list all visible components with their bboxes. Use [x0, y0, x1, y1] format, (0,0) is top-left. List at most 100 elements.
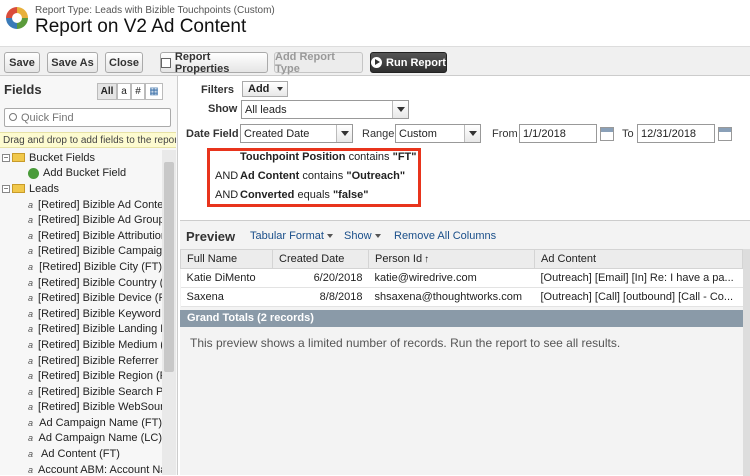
table-cell: Saxena: [180, 287, 273, 307]
to-calendar-icon[interactable]: [718, 127, 732, 141]
search-icon: [9, 113, 17, 121]
scrollbar-thumb[interactable]: [164, 162, 174, 372]
text-field-icon: a: [28, 261, 34, 272]
column-header-full-name[interactable]: Full Name: [180, 249, 273, 269]
sidebar-scrollbar[interactable]: [162, 150, 176, 475]
field-item[interactable]: a [Retired] Bizible Attribution: [: [0, 228, 162, 244]
report-logo-icon: [6, 7, 28, 29]
table-row[interactable]: Katie DiMento 6/20/2018 katie@wiredrive.co…: [180, 268, 743, 288]
filter-text-button[interactable]: a: [117, 83, 131, 100]
tree-item-label: [Retired] Bizible Referrer Pa: [38, 354, 162, 367]
table-cell: Katie DiMento: [180, 268, 273, 288]
close-button[interactable]: Close: [105, 52, 143, 73]
field-item[interactable]: a [Retired] Bizible Keyword (FT: [0, 306, 162, 322]
add-report-type-button[interactable]: Add Report Type: [274, 51, 363, 75]
field-item[interactable]: a [Retired] Bizible Search Phra: [0, 384, 162, 400]
to-date-input[interactable]: 12/31/2018: [637, 124, 715, 143]
filter-all-button[interactable]: All: [97, 83, 117, 100]
save-button[interactable]: Save: [4, 52, 40, 73]
show-select[interactable]: All leads: [241, 100, 409, 119]
preview-note: This preview shows a limited number of r…: [190, 336, 621, 350]
column-header-person-id[interactable]: Person Id ↑: [368, 249, 535, 269]
field-item[interactable]: a [Retired] Bizible Country (FT: [0, 275, 162, 291]
tree-item-label: [Retired] Bizible City (FT): [39, 260, 162, 273]
field-item[interactable]: a [Retired] Bizible Ad Content: [0, 197, 162, 213]
page-title: Report on V2 Ad Content: [35, 16, 247, 37]
to-label: To: [622, 128, 634, 140]
from-label: From: [492, 128, 518, 140]
date-field-select[interactable]: Created Date: [240, 124, 353, 143]
field-item[interactable]: a [Retired] Bizible Ad Group (F: [0, 212, 162, 228]
text-field-icon: a: [28, 230, 34, 241]
field-item[interactable]: a [Retired] Bizible Referrer Pa: [0, 353, 162, 369]
add-bucket-icon: [28, 167, 39, 179]
text-field-icon: a: [28, 402, 34, 413]
column-header-ad-content[interactable]: Ad Content: [534, 249, 743, 269]
criteria-prefix: AND: [215, 170, 239, 182]
show-value: All leads: [245, 103, 287, 116]
field-item[interactable]: a [Retired] Bizible Region (FT): [0, 368, 162, 384]
add-filter-dropdown[interactable]: Add: [242, 81, 288, 97]
quick-find-box: [4, 108, 171, 127]
collapse-icon[interactable]: −: [2, 184, 10, 193]
tree-item-label: [Retired] Bizible Landing Pag: [38, 323, 162, 336]
page-header: Report Type: Leads with Bizible Touchpoi…: [0, 0, 750, 44]
tree-item-label: Ad Campaign Name (FT): [39, 416, 162, 429]
column-header-created-date[interactable]: Created Date: [272, 249, 369, 269]
quick-find-input[interactable]: [21, 111, 166, 125]
filter-criterion[interactable]: Ad Content contains "Outreach": [240, 170, 405, 182]
range-select[interactable]: Custom: [395, 124, 481, 143]
tree-item-label: [Retired] Bizible Keyword (FT: [38, 307, 162, 320]
field-item[interactable]: a [Retired] Bizible WebSource: [0, 400, 162, 416]
field-type-filters: All a # ▦: [97, 83, 163, 100]
tree-folder[interactable]: − Bucket Fields: [0, 150, 162, 166]
filter-criterion[interactable]: Converted equals "false": [240, 189, 368, 201]
tree-folder[interactable]: − Leads: [0, 181, 162, 197]
filters-panel: Filters Add Show All leads Date Field Cr…: [180, 76, 750, 218]
show-dropdown[interactable]: Show: [344, 230, 381, 242]
criterion-value: "Outreach": [346, 170, 406, 182]
add-bucket-field-item[interactable]: Add Bucket Field: [0, 166, 162, 182]
field-item[interactable]: a [Retired] Bizible Medium (FT: [0, 337, 162, 353]
criterion-field: Ad Content: [240, 170, 300, 182]
field-item[interactable]: a Account ABM: Account Nam: [0, 462, 162, 475]
criterion-field: Touchpoint Position: [240, 151, 346, 163]
field-item[interactable]: a [Retired] Bizible City (FT): [0, 259, 162, 275]
play-icon: [371, 57, 383, 68]
field-item[interactable]: a [Retired] Bizible Landing Pag: [0, 322, 162, 338]
preview-title: Preview: [186, 229, 236, 244]
field-item[interactable]: a [Retired] Bizible Campaign (: [0, 244, 162, 260]
table-row[interactable]: Saxena 8/8/2018 shsaxena@thoughtworks.com[…: [180, 287, 743, 307]
preview-panel: Preview Tabular Format Show Remove All C…: [180, 220, 750, 476]
report-properties-button[interactable]: Report Properties: [160, 50, 268, 75]
text-field-icon: a: [28, 433, 34, 444]
run-report-button[interactable]: Run Report: [370, 52, 447, 73]
report-properties-label: Report Properties: [174, 50, 230, 75]
table-cell: katie@wiredrive.com: [368, 268, 535, 288]
save-as-button[interactable]: Save As: [47, 52, 98, 73]
date-field-value: Created Date: [244, 127, 310, 140]
tree-item-label: Account ABM: Account Nam: [38, 463, 162, 475]
tree-item-label: Ad Campaign Name (LC): [38, 432, 163, 445]
remove-all-columns-link[interactable]: Remove All Columns: [394, 230, 496, 242]
tree-item-label: Leads: [29, 182, 59, 195]
chevron-down-icon: [464, 125, 480, 142]
preview-scrollbar[interactable]: [743, 249, 750, 476]
field-item[interactable]: a Ad Campaign Name (FT): [0, 415, 162, 431]
filter-number-button[interactable]: #: [131, 83, 145, 100]
criterion-field: Converted: [240, 189, 295, 201]
tree-item-label: Ad Content (FT): [41, 448, 120, 461]
from-date-input[interactable]: 1/1/2018: [519, 124, 597, 143]
tree-item-label: [Retired] Bizible Search Phra: [38, 385, 162, 398]
from-calendar-icon[interactable]: [600, 127, 614, 141]
field-item[interactable]: a Ad Campaign Name (LC): [0, 431, 162, 447]
tabular-format-dropdown[interactable]: Tabular Format: [250, 230, 333, 242]
collapse-icon[interactable]: −: [2, 153, 10, 162]
tree-item-label: [Retired] Bizible Ad Group (F: [38, 214, 162, 227]
field-item[interactable]: a Ad Content (FT): [0, 446, 162, 462]
criterion-value: "FT": [392, 151, 417, 163]
filter-date-button[interactable]: ▦: [145, 83, 163, 100]
chevron-down-icon: [326, 234, 333, 239]
field-item[interactable]: a [Retired] Bizible Device (FT): [0, 290, 162, 306]
filter-criterion[interactable]: Touchpoint Position contains "FT": [240, 151, 416, 163]
